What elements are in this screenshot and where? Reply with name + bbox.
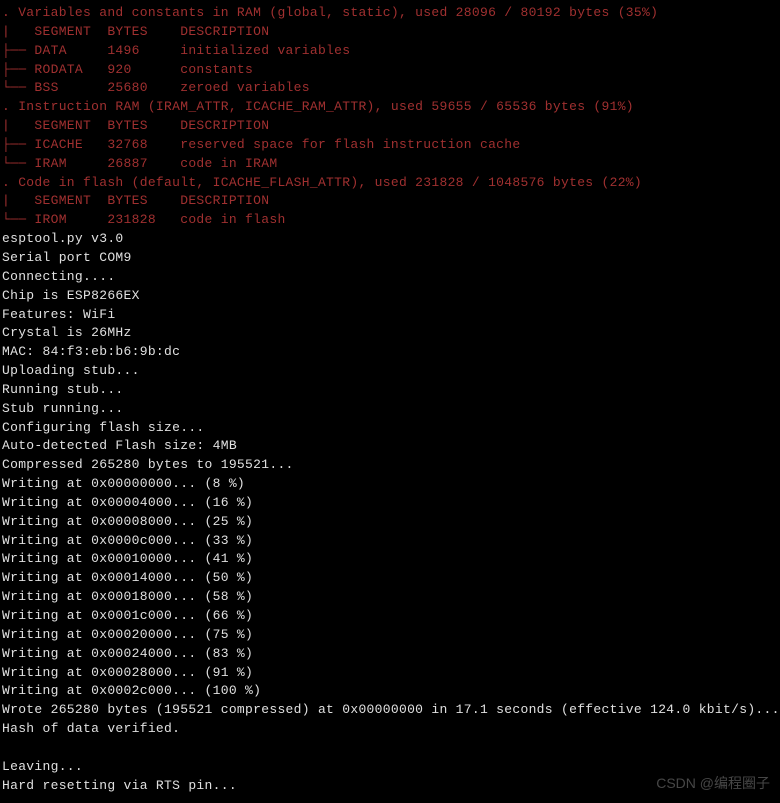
output-line: Writing at 0x00014000... (50 %) [2,569,778,588]
output-line: Hash of data verified. [2,720,778,739]
terminal-output: . Variables and constants in RAM (global… [2,4,778,795]
output-line: MAC: 84:f3:eb:b6:9b:dc [2,343,778,362]
section-header: . Code in flash (default, ICACHE_FLASH_A… [2,174,778,193]
output-line: Crystal is 26MHz [2,324,778,343]
output-line: Writing at 0x00018000... (58 %) [2,588,778,607]
output-line [2,739,778,758]
segment-row: ├── ICACHE 32768 reserved space for flas… [2,136,778,155]
output-line: Configuring flash size... [2,419,778,438]
output-line: Connecting.... [2,268,778,287]
segment-row: └── IRAM 26887 code in IRAM [2,155,778,174]
output-line: Writing at 0x00010000... (41 %) [2,550,778,569]
output-line: esptool.py v3.0 [2,230,778,249]
output-line: Writing at 0x0000c000... (33 %) [2,532,778,551]
output-line: Writing at 0x00008000... (25 %) [2,513,778,532]
column-header: | SEGMENT BYTES DESCRIPTION [2,117,778,136]
column-header: | SEGMENT BYTES DESCRIPTION [2,192,778,211]
output-line: Auto-detected Flash size: 4MB [2,437,778,456]
output-line: Writing at 0x00020000... (75 %) [2,626,778,645]
output-line: Writing at 0x0002c000... (100 %) [2,682,778,701]
output-line: Writing at 0x00004000... (16 %) [2,494,778,513]
output-line: Compressed 265280 bytes to 195521... [2,456,778,475]
section-header: . Instruction RAM (IRAM_ATTR, ICACHE_RAM… [2,98,778,117]
column-header: | SEGMENT BYTES DESCRIPTION [2,23,778,42]
segment-row: └── BSS 25680 zeroed variables [2,79,778,98]
output-line: Writing at 0x00024000... (83 %) [2,645,778,664]
output-line: Wrote 265280 bytes (195521 compressed) a… [2,701,778,720]
output-line: Chip is ESP8266EX [2,287,778,306]
watermark: CSDN @编程圈子 [656,773,770,793]
segment-row: └── IROM 231828 code in flash [2,211,778,230]
section-header: . Variables and constants in RAM (global… [2,4,778,23]
output-line: Features: WiFi [2,306,778,325]
output-line: Stub running... [2,400,778,419]
output-line: Writing at 0x0001c000... (66 %) [2,607,778,626]
segment-row: ├── DATA 1496 initialized variables [2,42,778,61]
output-line: Writing at 0x00028000... (91 %) [2,664,778,683]
output-line: Running stub... [2,381,778,400]
output-line: Writing at 0x00000000... (8 %) [2,475,778,494]
output-line: Uploading stub... [2,362,778,381]
output-line: Serial port COM9 [2,249,778,268]
segment-row: ├── RODATA 920 constants [2,61,778,80]
